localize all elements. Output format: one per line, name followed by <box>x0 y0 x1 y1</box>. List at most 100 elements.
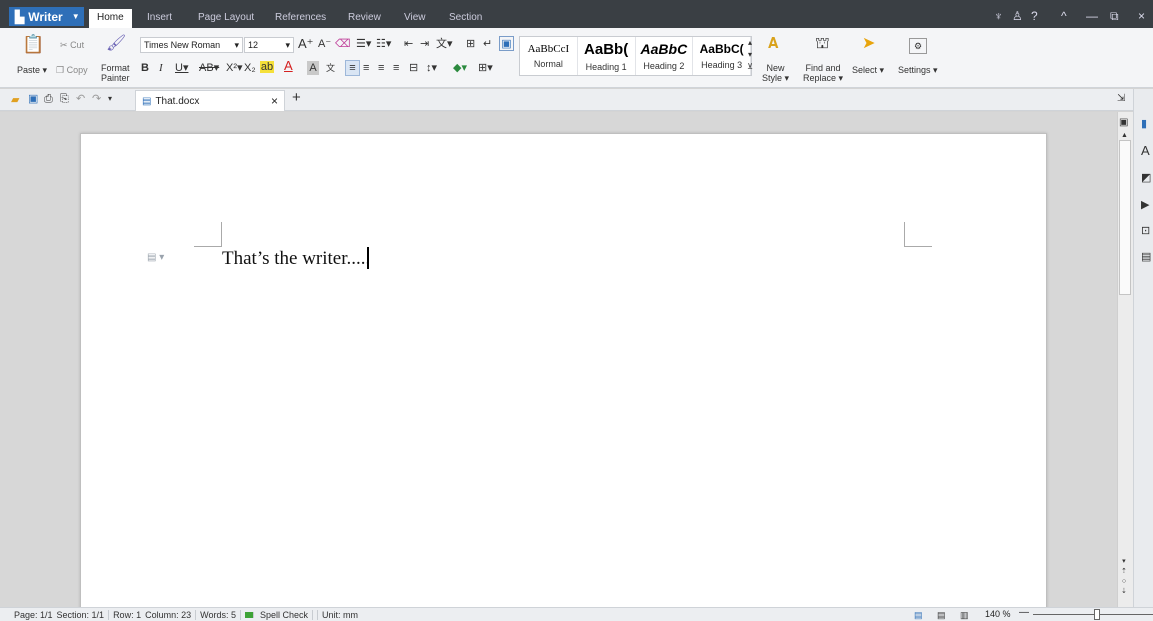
panel-toggle-icon[interactable]: ⇲ <box>1117 92 1125 106</box>
tab-view[interactable]: View <box>396 9 434 28</box>
cut-button[interactable]: ✂ Cut <box>60 40 84 50</box>
zoom-slider-thumb[interactable] <box>1094 609 1100 620</box>
close-button[interactable]: × <box>1138 9 1145 23</box>
font-size-select[interactable]: 12 ▾ <box>244 37 294 53</box>
binoculars-icon[interactable]: ⛫ <box>815 36 830 52</box>
scrollbar-thumb[interactable] <box>1119 140 1131 295</box>
print-preview-icon[interactable]: ⎘ <box>60 92 69 106</box>
cursor-arrow-icon[interactable]: ➤ <box>862 36 875 52</box>
style-pane-icon[interactable]: A <box>1141 144 1150 158</box>
highlight-icon[interactable]: ab <box>260 61 274 73</box>
document-text[interactable]: That’s the writer..... <box>222 248 370 270</box>
tab-review[interactable]: Review <box>340 9 389 28</box>
bullets-icon[interactable]: ☰▾ <box>356 37 371 51</box>
chinese-layout-icon[interactable]: 文▾ <box>436 37 453 51</box>
page-view-icon[interactable]: ▤ <box>914 608 923 621</box>
style-preview: AaBbCcI <box>527 43 570 55</box>
show-marks-icon[interactable]: ↵ <box>483 37 492 51</box>
zoom-out-icon[interactable]: — <box>1019 607 1029 618</box>
italic-icon[interactable]: I <box>159 61 163 75</box>
distributed-icon[interactable]: ⊟ <box>409 61 418 75</box>
paragraph-options-icon[interactable]: ▤ ▾ <box>147 251 164 265</box>
spell-check-toggle[interactable]: Spell Check <box>241 609 318 620</box>
clear-format-icon[interactable]: ⌫ <box>335 37 351 51</box>
help-icon[interactable]: ? <box>1031 9 1038 23</box>
format-painter-button[interactable]: Format Painter <box>101 63 130 83</box>
status-column: Column: 23 <box>145 609 197 620</box>
table-icon[interactable]: ⊞ <box>466 37 475 51</box>
undo-icon[interactable]: ↶ <box>76 92 85 106</box>
paste-button[interactable]: Paste ▾ <box>17 65 47 75</box>
outline-view-icon[interactable]: ▤ <box>937 608 946 621</box>
tab-page-layout[interactable]: Page Layout <box>190 9 262 28</box>
text-box-icon[interactable]: ▣ <box>499 36 514 51</box>
grow-font-icon[interactable]: A⁺ <box>298 37 314 51</box>
backup-icon[interactable]: ⊡ <box>1141 224 1150 238</box>
save-icon[interactable]: ▣ <box>28 92 38 106</box>
paste-icon[interactable]: 📋 <box>22 35 44 53</box>
zoom-slider[interactable] <box>1033 614 1153 615</box>
share-icon[interactable]: ▤ <box>1141 250 1151 264</box>
subscript-icon[interactable]: X₂ <box>244 61 256 75</box>
spell-check-indicator-icon <box>244 611 254 618</box>
tab-insert[interactable]: Insert <box>139 9 180 28</box>
chevron-down-icon: ▾ <box>234 39 239 50</box>
strikethrough-icon[interactable]: AB▾ <box>199 61 219 75</box>
open-folder-icon[interactable]: ▰ <box>11 93 19 107</box>
bold-icon[interactable]: B <box>141 61 149 75</box>
format-painter-icon[interactable]: 🖌 <box>106 36 126 52</box>
align-right-icon[interactable]: ≡ <box>378 61 384 75</box>
line-spacing-icon[interactable]: ↕▾ <box>426 61 437 75</box>
style-heading-2[interactable]: AaBbC Heading 2 <box>636 37 694 75</box>
char-shading-icon[interactable]: A <box>307 61 319 75</box>
document-page[interactable] <box>80 133 1047 613</box>
justify-icon[interactable]: ≡ <box>393 61 399 75</box>
new-tab-icon[interactable]: + <box>292 90 301 105</box>
decrease-indent-icon[interactable]: ⇤ <box>404 37 413 51</box>
style-heading-3[interactable]: AaBbC( Heading 3 <box>693 37 751 75</box>
tab-section[interactable]: Section <box>441 9 490 28</box>
restore-button[interactable]: ⧉ <box>1110 9 1119 24</box>
writer-logo-icon: ▙ <box>15 9 25 24</box>
document-tab[interactable]: ▤ That.docx × <box>135 90 285 111</box>
page-nav-icon[interactable]: ▾ ⇡ ○ ⇣ <box>1121 557 1127 597</box>
numbering-icon[interactable]: ☷▾ <box>376 37 391 51</box>
shading-icon[interactable]: ◆▾ <box>453 61 467 75</box>
redo-icon[interactable]: ↷ <box>92 92 101 106</box>
copy-button[interactable]: ❐ Copy <box>56 65 88 75</box>
customize-toolbar-icon[interactable]: ▾ <box>108 92 112 106</box>
increase-indent-icon[interactable]: ⇥ <box>420 37 429 51</box>
close-tab-icon[interactable]: × <box>271 94 278 108</box>
print-icon[interactable]: ⎙ <box>44 92 53 106</box>
style-heading-1[interactable]: AaBb( Heading 1 <box>578 37 636 75</box>
superscript-icon[interactable]: X²▾ <box>226 61 243 75</box>
style-normal[interactable]: AaBbCcI Normal <box>520 37 578 75</box>
align-center-icon[interactable]: ≡ <box>363 61 369 75</box>
font-color-icon[interactable]: A <box>284 59 293 73</box>
shrink-font-icon[interactable]: A⁻ <box>318 37 331 51</box>
page-mode-icon[interactable]: ▣ <box>1119 116 1128 130</box>
styles-scroll-icon[interactable]: ▴ ▾ ⊻ <box>745 37 755 73</box>
app-menu-button[interactable]: ▙ Writer ▼ <box>9 7 84 26</box>
tab-references[interactable]: References <box>267 9 334 28</box>
skin-icon[interactable]: ♆ <box>994 9 1003 23</box>
user-icon[interactable]: ♙ <box>1012 9 1023 23</box>
settings-icon[interactable]: ⚙ <box>909 38 927 54</box>
underline-icon[interactable]: U▾ <box>175 61 188 75</box>
phonetic-guide-icon[interactable]: 文 <box>326 61 335 75</box>
tab-home[interactable]: Home <box>89 9 132 28</box>
settings-button[interactable]: Settings ▾ <box>898 65 938 75</box>
select-button[interactable]: Select ▾ <box>852 65 884 75</box>
collapse-ribbon-icon[interactable]: ^ <box>1061 9 1067 23</box>
shapes-icon[interactable]: ◩ <box>1141 171 1151 185</box>
find-replace-button[interactable]: Find and Replace ▾ <box>803 63 843 83</box>
borders-icon[interactable]: ⊞▾ <box>478 61 493 75</box>
new-style-button[interactable]: New Style ▾ <box>762 63 789 83</box>
minimize-button[interactable]: — <box>1086 9 1098 23</box>
new-document-icon[interactable]: ▮ <box>1141 117 1147 131</box>
align-left-icon[interactable]: ≡ <box>345 60 360 76</box>
new-style-icon[interactable]: 𝐀 <box>768 36 778 51</box>
web-view-icon[interactable]: ▥ <box>960 608 969 621</box>
select-pane-icon[interactable]: ▶ <box>1141 198 1149 212</box>
font-name-select[interactable]: Times New Roman ▾ <box>140 37 243 53</box>
